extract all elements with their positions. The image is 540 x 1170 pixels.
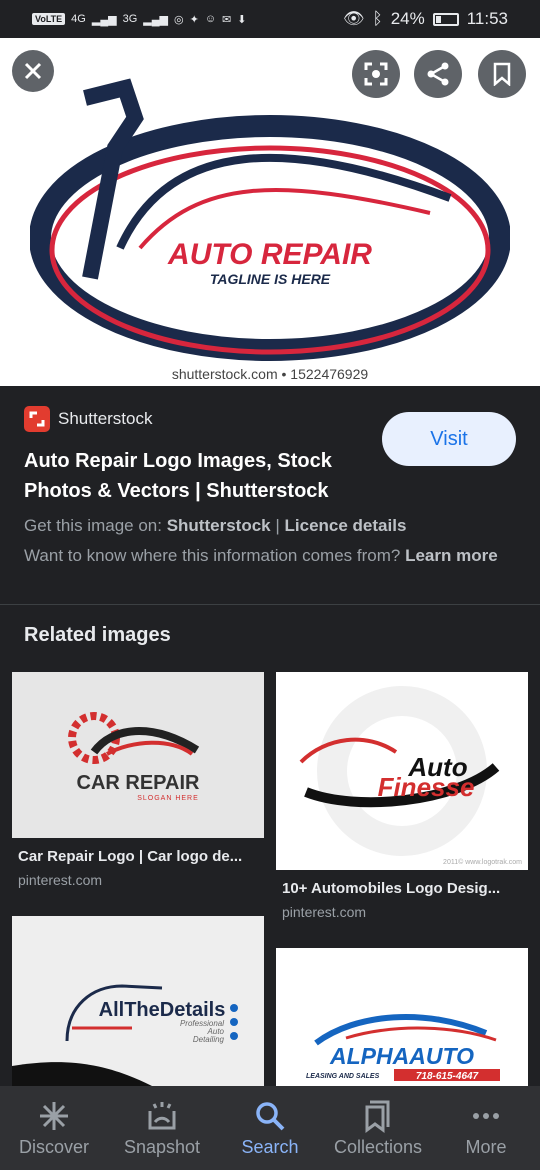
- logo-title: AUTO REPAIR: [167, 238, 372, 271]
- visit-button[interactable]: Visit: [382, 412, 516, 466]
- divider: [0, 604, 540, 605]
- bookmark-icon: [493, 62, 511, 86]
- volte-badge: VoLTE: [32, 13, 66, 25]
- logo-tagline: TAGLINE IS HERE: [210, 271, 331, 287]
- auto-finesse-word-2: Finesse: [378, 772, 475, 802]
- logotrak-watermark: 2011© www.logotrak.com: [443, 858, 522, 866]
- related-images-heading: Related images: [24, 624, 171, 646]
- nav-discover[interactable]: Discover: [0, 1086, 108, 1170]
- related-thumbnail[interactable]: CAR REPAIR SLOGAN HERE: [12, 672, 264, 838]
- network-2-label: 3G: [122, 13, 138, 25]
- alpha-auto-logo: ALPHAAUTO LEASING AND SALES 718-615-4647: [306, 1013, 500, 1082]
- related-card[interactable]: CAR REPAIR SLOGAN HERE Car Repair Logo |…: [12, 672, 264, 902]
- auto-finesse-logo: Auto Finesse 2011© www.logotrak.com: [299, 686, 522, 866]
- bluetooth-icon: ᛒ: [372, 9, 383, 28]
- status-bar: VoLTE 4G ▂▄▆ 3G ▂▄▆ ◎ ✦ ☺ ✉ ⬇ 👁 ᛒ 24% 11…: [0, 0, 540, 38]
- lens-button[interactable]: [352, 50, 400, 98]
- source-name: Shutterstock: [58, 409, 153, 428]
- nav-label: Snapshot: [123, 1136, 201, 1157]
- emoji-icon: ☺: [204, 13, 217, 25]
- alpha-auto-phone: 718-615-4647: [416, 1071, 479, 1082]
- related-thumbnail[interactable]: AllTheDetails Professional Auto Detailin…: [12, 916, 264, 1086]
- related-thumbnail[interactable]: Auto Finesse 2011© www.logotrak.com: [276, 672, 528, 870]
- instagram-icon: ◎: [173, 13, 184, 26]
- allthedetails-sub-3: Detailing: [193, 1035, 225, 1044]
- related-card[interactable]: ALPHAAUTO LEASING AND SALES 718-615-4647: [276, 948, 528, 1086]
- signal-icon: ▂▄▆: [91, 13, 117, 26]
- get-image-source-link[interactable]: Shutterstock: [167, 516, 271, 535]
- car-repair-logo-slogan: SLOGAN HERE: [137, 795, 199, 802]
- image-title[interactable]: Auto Repair Logo Images, Stock Photos & …: [24, 446, 364, 506]
- status-right: 👁 ᛒ 24% 11:53: [343, 9, 508, 29]
- get-image-line: Get this image on: Shutterstock | Licenc…: [24, 514, 514, 538]
- lens-icon: [364, 62, 388, 86]
- mail-icon: ✉: [222, 13, 232, 26]
- download-icon: ⬇: [237, 13, 247, 26]
- status-left: VoLTE 4G ▂▄▆ 3G ▂▄▆ ◎ ✦ ☺ ✉ ⬇: [32, 13, 246, 26]
- battery-fill: [435, 15, 441, 23]
- alpha-auto-title: ALPHAAUTO: [329, 1043, 474, 1069]
- related-card[interactable]: Auto Finesse 2011© www.logotrak.com 10+ …: [276, 672, 528, 922]
- related-thumbnail[interactable]: ALPHAAUTO LEASING AND SALES 718-615-4647: [276, 948, 528, 1086]
- collections-icon: [365, 1100, 390, 1133]
- car-repair-logo: CAR REPAIR SLOGAN HERE: [68, 712, 201, 802]
- nav-label: More: [465, 1136, 507, 1157]
- more-dots-icon: [473, 1112, 499, 1119]
- related-caption[interactable]: Car Repair Logo | Car logo de...: [18, 848, 242, 865]
- auto-repair-logo: AUTO REPAIR TAGLINE IS HERE: [30, 78, 510, 361]
- close-icon: [24, 62, 42, 80]
- info-source-line: Want to know where this information come…: [24, 544, 514, 568]
- bottom-navigation: Discover Snapshot Search Collections Mor…: [0, 1086, 540, 1170]
- nav-search[interactable]: Search: [216, 1086, 324, 1170]
- separator: |: [275, 516, 280, 535]
- image-credit: shutterstock.com • 1522476929: [171, 366, 369, 382]
- related-card[interactable]: AllTheDetails Professional Auto Detailin…: [12, 916, 264, 1086]
- bookmark-button[interactable]: [478, 50, 526, 98]
- related-source: pinterest.com: [282, 904, 367, 920]
- battery-percent: 24%: [390, 9, 425, 28]
- nav-more[interactable]: More: [432, 1086, 540, 1170]
- search-icon: [256, 1101, 285, 1130]
- nav-label: Discover: [18, 1136, 89, 1157]
- close-button[interactable]: [12, 50, 54, 92]
- nav-snapshot[interactable]: Snapshot: [108, 1086, 216, 1170]
- related-caption[interactable]: 10+ Automobiles Logo Desig...: [282, 880, 500, 897]
- asterisk-icon: [40, 1101, 68, 1130]
- nav-label: Search: [241, 1136, 299, 1157]
- nav-collections[interactable]: Collections: [324, 1086, 432, 1170]
- network-1-label: 4G: [71, 13, 86, 25]
- get-image-prefix: Get this image on:: [24, 516, 162, 535]
- snapshot-icon: [148, 1101, 176, 1129]
- clock: 11:53: [466, 9, 508, 28]
- share-icon: [427, 62, 449, 86]
- allthedetails-logo: AllTheDetails Professional Auto Detailin…: [12, 984, 238, 1086]
- share-button[interactable]: [414, 50, 462, 98]
- eye-icon: 👁: [342, 9, 365, 28]
- licence-details-link[interactable]: Licence details: [285, 516, 407, 535]
- nav-label: Collections: [333, 1136, 423, 1157]
- image-meta: Get this image on: Shutterstock | Licenc…: [24, 514, 514, 568]
- battery-icon: [432, 12, 459, 26]
- related-source: pinterest.com: [18, 872, 103, 888]
- twitter-icon: ✦: [189, 13, 199, 26]
- info-question: Want to know where this information come…: [24, 546, 401, 565]
- signal-icon: ▂▄▆: [143, 13, 168, 26]
- learn-more-link[interactable]: Learn more: [405, 546, 498, 565]
- shutterstock-icon: [24, 406, 50, 432]
- allthedetails-title: AllTheDetails: [99, 999, 226, 1021]
- alpha-auto-sub: LEASING AND SALES: [306, 1073, 380, 1080]
- preview-image[interactable]: AUTO REPAIR TAGLINE IS HERE shutterstock…: [0, 38, 540, 386]
- car-repair-logo-title: CAR REPAIR: [77, 772, 201, 794]
